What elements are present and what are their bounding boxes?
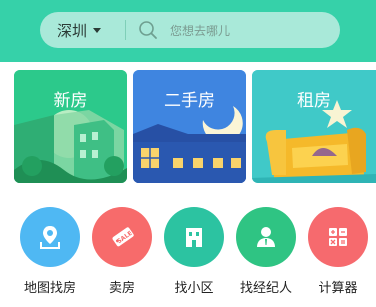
second-hand-card[interactable]: 二手房	[133, 70, 246, 183]
card-title: 新房	[53, 91, 88, 111]
city-label: 深圳	[57, 21, 88, 40]
building-icon	[186, 228, 202, 247]
nav-label: 计算器	[318, 281, 358, 296]
sale-tag-icon: SALE	[112, 227, 134, 247]
new-house-card[interactable]: 新房	[14, 70, 127, 183]
nav-circle	[236, 207, 296, 267]
search-divider	[125, 20, 126, 40]
nav-label: 找小区	[174, 281, 214, 296]
nav-map-search[interactable]: 地图找房	[14, 204, 86, 304]
search-bar[interactable]: 深圳 您想去哪儿	[40, 12, 340, 48]
caret-down-icon	[93, 27, 102, 33]
quick-nav: 地图找房 SALE 卖房 找小区 找经纪人 计算器	[0, 204, 376, 307]
nav-circle	[164, 207, 224, 267]
nav-calculator[interactable]: 计算器	[302, 204, 374, 304]
map-pin-icon	[40, 226, 60, 249]
search-icon	[139, 21, 157, 39]
nav-circle	[308, 207, 368, 267]
main-content: 新房 二手房 租房 地图找房 SALE 卖房 找小区 找经纪人 计算器	[0, 62, 376, 307]
nav-circle: SALE	[92, 207, 152, 267]
nav-agent[interactable]: 找经纪人	[230, 204, 302, 304]
search-input[interactable]: 您想去哪儿	[170, 22, 230, 39]
agent-icon	[257, 227, 275, 247]
top-header: 深圳 您想去哪儿	[0, 0, 376, 62]
calculator-icon	[329, 228, 347, 246]
nav-circle	[20, 207, 80, 267]
nav-sell[interactable]: SALE 卖房	[86, 204, 158, 304]
nav-label: 卖房	[108, 281, 135, 296]
nav-label: 找经纪人	[239, 281, 292, 296]
card-title: 二手房	[164, 91, 215, 111]
nav-label: 地图找房	[23, 281, 76, 296]
nav-community[interactable]: 找小区	[158, 204, 230, 304]
city-selector[interactable]: 深圳	[40, 20, 125, 41]
rent-card[interactable]: 租房	[252, 70, 376, 183]
card-title: 租房	[297, 91, 331, 111]
